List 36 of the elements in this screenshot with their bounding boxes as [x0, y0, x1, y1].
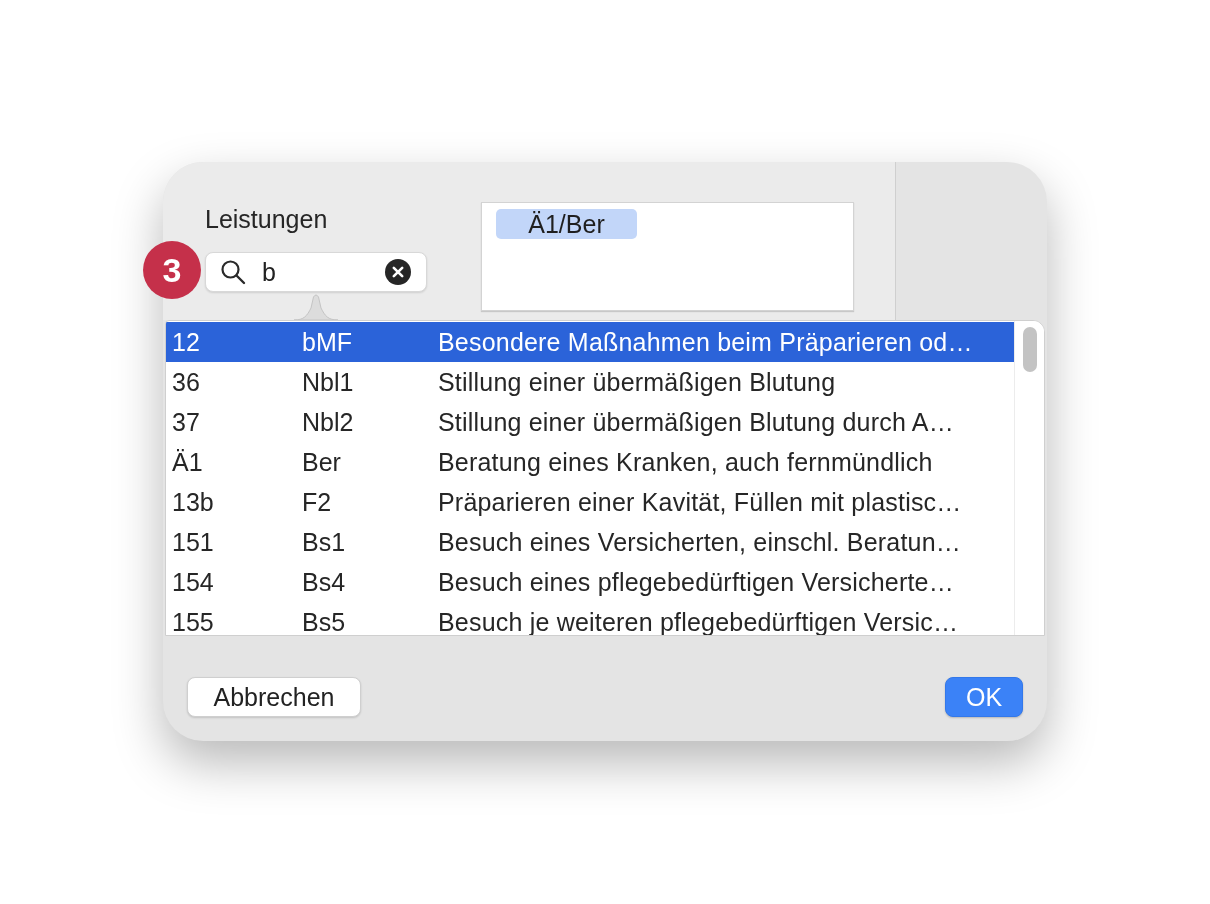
result-number: 12 — [171, 327, 201, 357]
cancel-button[interactable]: Abbrechen — [187, 677, 361, 717]
result-code: F2 — [302, 487, 333, 517]
scrollbar-thumb[interactable] — [1022, 327, 1037, 372]
search-value: b — [262, 258, 277, 286]
result-description: Besuch eines Versicherten, einschl. Beratun… — [438, 527, 961, 557]
search-field[interactable]: b — [205, 252, 427, 292]
result-number: 13b — [171, 487, 215, 517]
result-code: Ber — [302, 447, 342, 477]
clear-icon — [385, 259, 411, 285]
result-number: 154 — [171, 567, 215, 597]
result-code: Bs5 — [302, 607, 347, 635]
result-number: 155 — [171, 607, 215, 635]
result-description: Stillung einer übermäßigen Blutung — [438, 367, 836, 397]
result-description: Besondere Maßnahmen beim Präparieren od… — [438, 327, 973, 357]
tag-field[interactable]: Ä1/Ber — [481, 202, 854, 311]
result-code: Nbl2 — [302, 407, 355, 437]
result-row[interactable]: 12 bMF Besondere Maßnahmen beim Präparieren od… — [166, 322, 1014, 362]
result-code: Bs4 — [302, 567, 347, 597]
result-code: Nbl1 — [302, 367, 355, 397]
result-code: bMF — [302, 327, 353, 357]
step-marker: 3 — [143, 241, 201, 299]
result-number: 151 — [171, 527, 215, 557]
result-description: Präparieren einer Kavität, Füllen mit plastisc… — [438, 487, 962, 517]
result-code: Bs1 — [302, 527, 347, 557]
result-number: Ä1 — [171, 447, 204, 477]
result-number: 36 — [171, 367, 201, 397]
result-number: 37 — [171, 407, 201, 437]
field-label: Leistungen — [205, 204, 328, 234]
result-description: Beratung eines Kranken, auch fernmündlich — [438, 447, 933, 477]
result-description: Stillung einer übermäßigen Blutung durch A… — [438, 407, 954, 437]
ok-button[interactable]: OK — [945, 677, 1023, 717]
search-icon — [220, 259, 246, 285]
clear-button[interactable] — [385, 259, 411, 285]
tag-chip[interactable]: Ä1/Ber — [496, 209, 637, 239]
result-description: Besuch eines pflegebedürftigen Versicherte… — [438, 567, 954, 597]
